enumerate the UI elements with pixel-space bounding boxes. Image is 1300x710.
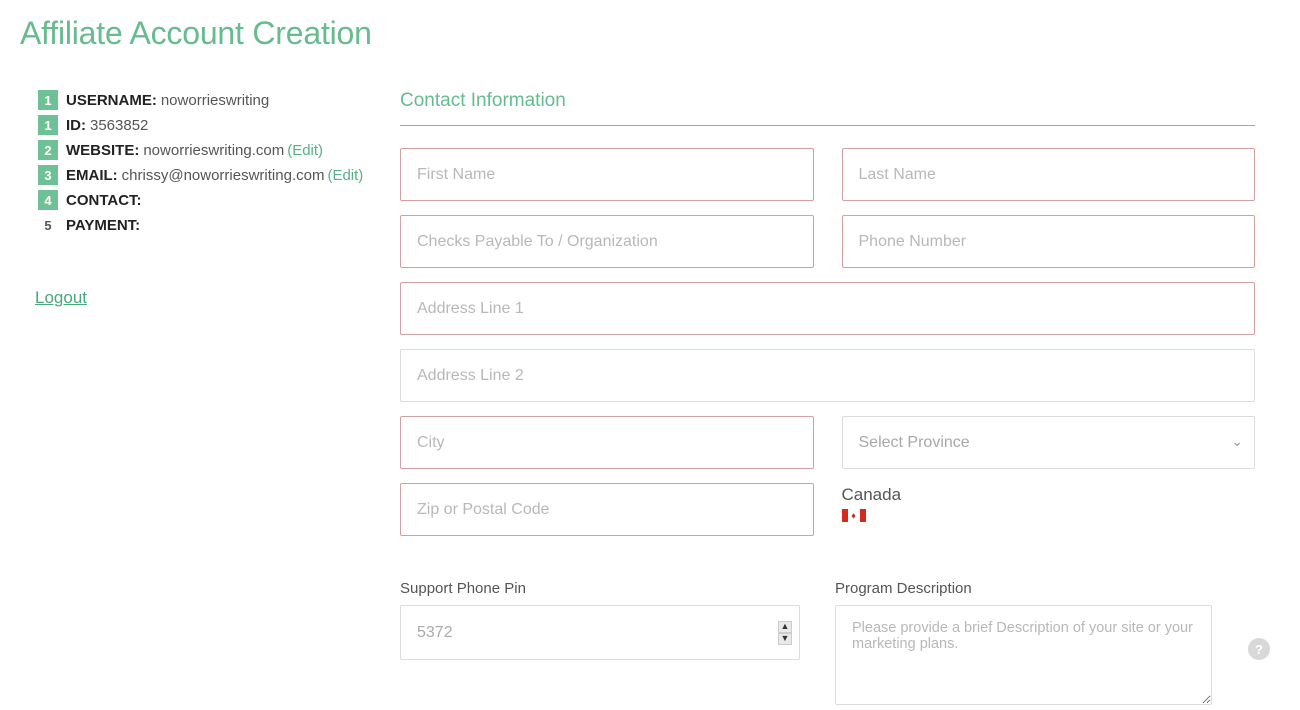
support-pin-label: Support Phone Pin xyxy=(400,580,800,597)
step-label: ID: xyxy=(66,117,86,134)
support-pin-input[interactable] xyxy=(400,605,800,660)
edit-website-link[interactable]: (Edit) xyxy=(287,142,323,159)
step-email: 3 EMAIL: chrissy@noworrieswriting.com (E… xyxy=(38,165,360,185)
country-display: Canada xyxy=(842,483,1256,536)
step-website: 2 WEBSITE: noworrieswriting.com (Edit) xyxy=(38,140,360,160)
step-value: 3563852 xyxy=(90,117,148,134)
step-label: EMAIL: xyxy=(66,167,118,184)
step-badge: 3 xyxy=(38,165,58,185)
step-badge: 2 xyxy=(38,140,58,160)
program-description-label: Program Description xyxy=(835,580,1212,597)
contact-form-panel: Contact Information Select Province xyxy=(400,90,1255,710)
step-badge: 4 xyxy=(38,190,58,210)
country-name: Canada xyxy=(842,485,1256,505)
step-label: CONTACT: xyxy=(66,192,142,209)
first-name-input[interactable] xyxy=(400,148,814,201)
logout-link[interactable]: Logout xyxy=(35,288,87,308)
address2-input[interactable] xyxy=(400,349,1255,402)
step-value: chrissy@noworrieswriting.com xyxy=(122,167,325,184)
checks-payable-input[interactable] xyxy=(400,215,814,268)
program-description-textarea[interactable] xyxy=(835,605,1212,705)
step-badge: 1 xyxy=(38,90,58,110)
city-input[interactable] xyxy=(400,416,814,469)
pin-increment-button[interactable]: ▲ xyxy=(778,621,792,633)
help-icon[interactable]: ? xyxy=(1248,638,1270,660)
edit-email-link[interactable]: (Edit) xyxy=(327,167,363,184)
step-contact: 4 CONTACT: xyxy=(38,190,360,210)
canada-flag-icon xyxy=(842,509,866,522)
phone-input[interactable] xyxy=(842,215,1256,268)
step-badge: 1 xyxy=(38,115,58,135)
pin-decrement-button[interactable]: ▼ xyxy=(778,633,792,645)
section-title: Contact Information xyxy=(400,90,1255,126)
step-id: 1 ID: 3563852 xyxy=(38,115,360,135)
step-badge: 5 xyxy=(38,215,58,235)
signup-sidebar: 1 USERNAME: noworrieswriting 1 ID: 35638… xyxy=(20,90,360,710)
zip-input[interactable] xyxy=(400,483,814,536)
step-label: USERNAME: xyxy=(66,92,157,109)
step-label: WEBSITE: xyxy=(66,142,139,159)
last-name-input[interactable] xyxy=(842,148,1256,201)
step-value: noworrieswriting.com xyxy=(143,142,284,159)
province-select[interactable]: Select Province xyxy=(842,416,1256,469)
step-payment: 5 PAYMENT: xyxy=(38,215,360,235)
address1-input[interactable] xyxy=(400,282,1255,335)
step-username: 1 USERNAME: noworrieswriting xyxy=(38,90,360,110)
step-value: noworrieswriting xyxy=(161,92,269,109)
step-label: PAYMENT: xyxy=(66,217,140,234)
page-title: Affiliate Account Creation xyxy=(20,15,1280,52)
